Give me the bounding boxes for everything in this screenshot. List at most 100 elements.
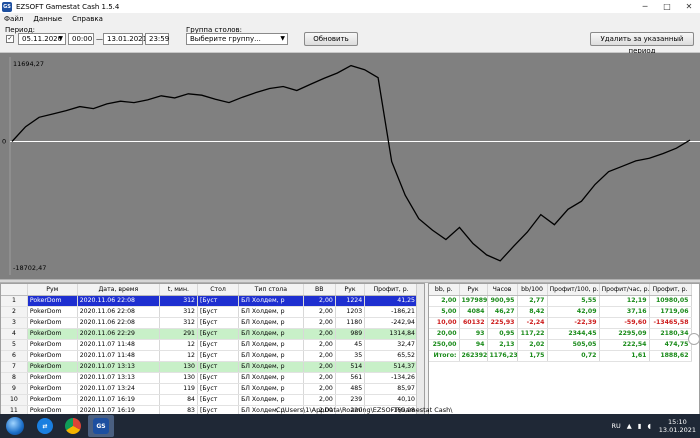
table-cell: 1: [1, 295, 28, 307]
table-cell: 6: [1, 350, 28, 362]
column-header[interactable]: Профит/час, р.: [599, 284, 650, 296]
table-cell: 130: [159, 372, 199, 384]
column-header[interactable]: Рум: [27, 284, 78, 296]
table-cell: 0,95: [487, 328, 518, 340]
table-cell: БЛ Холдем, р: [238, 394, 304, 406]
maximize-icon[interactable]: □: [656, 0, 678, 13]
table-cell: -134,26: [364, 372, 418, 384]
table-row[interactable]: 2 PokerDom 2020.11.06 22:08 312 [Буст БЛ Холд…: [1, 306, 418, 318]
chevron-down-icon: ▼: [58, 35, 63, 42]
table-group-value: Выберите группу...: [190, 35, 261, 43]
table-cell: БЛ Холдем, р: [238, 295, 304, 307]
column-header[interactable]: Часов: [487, 284, 518, 296]
table-cell: 561: [335, 372, 366, 384]
table-cell: 2,13: [487, 339, 518, 351]
table-cell: 1176,23: [487, 350, 518, 362]
table-cell: 10980,05: [649, 295, 692, 307]
time-to-field[interactable]: 23:59: [145, 33, 169, 45]
sessions-scrollbar[interactable]: [416, 284, 424, 419]
table-cell: 117,22: [517, 328, 548, 340]
table-row[interactable]: 6 PokerDom 2020.11.07 11:48 12 [Буст БЛ Холде…: [1, 350, 418, 362]
table-row[interactable]: 8 PokerDom 2020.11.07 13:13 130 [Буст БЛ Холд…: [1, 372, 418, 384]
table-cell: 222,54: [599, 339, 650, 351]
table-group-select[interactable]: Выберите группу... ▼: [186, 33, 288, 45]
taskbar-gamestat[interactable]: GS: [88, 415, 114, 437]
column-header[interactable]: bb, р.: [429, 284, 460, 296]
network-icon[interactable]: ▮: [638, 422, 642, 430]
table-cell: 8,42: [517, 306, 548, 318]
table-row[interactable]: Итого: 262392 1176,23 1,75 0,72 1,61 1888,62: [429, 350, 692, 362]
profit-chart: 11694,27 0 -18702,47: [0, 53, 700, 279]
column-header[interactable]: Профит, р.: [649, 284, 692, 296]
table-row[interactable]: 5 PokerDom 2020.11.07 11:48 12 [Буст БЛ Холде…: [1, 339, 418, 351]
column-header[interactable]: Дата, время: [77, 284, 160, 296]
clock-date: 13.01.2021: [658, 426, 696, 434]
table-cell: 514,37: [364, 361, 418, 373]
table-row[interactable]: 9 PokerDom 2020.11.07 13:24 119 [Буст БЛ Холд…: [1, 383, 418, 395]
taskbar-chrome[interactable]: [60, 415, 86, 437]
table-cell: 10,00: [429, 317, 460, 329]
table-row[interactable]: 4 PokerDom 2020.11.06 22:29 291 [Буст БЛ Холд…: [1, 328, 418, 340]
table-cell: 2,00: [303, 350, 336, 362]
minimize-icon[interactable]: ─: [634, 0, 656, 13]
table-cell: 40,10: [364, 394, 418, 406]
column-header[interactable]: Тип стола: [238, 284, 304, 296]
column-header[interactable]: bb/100: [517, 284, 548, 296]
table-cell: 7: [1, 361, 28, 373]
table-row[interactable]: 5,00 4084 46,27 8,42 42,09 37,16 1719,06: [429, 306, 692, 318]
table-cell: 10: [1, 394, 28, 406]
column-header[interactable]: [1, 284, 28, 296]
column-header[interactable]: Рук: [335, 284, 366, 296]
table-cell: 20,00: [429, 328, 460, 340]
table-row[interactable]: 250,00 94 2,13 2,02 505,05 222,54 474,75: [429, 339, 692, 351]
table-cell: 262392: [459, 350, 488, 362]
table-cell: 2,77: [517, 295, 548, 307]
volume-icon[interactable]: ◖: [647, 422, 650, 430]
menu-file[interactable]: Файл: [4, 15, 23, 23]
table-cell: -13465,58: [649, 317, 692, 329]
menu-data[interactable]: Данные: [33, 15, 62, 23]
menu-bar: Файл Данные Справка: [0, 13, 700, 24]
table-row[interactable]: 3 PokerDom 2020.11.06 22:08 312 [Буст БЛ Холд…: [1, 317, 418, 329]
column-header[interactable]: Профит/100, р.: [547, 284, 600, 296]
delete-period-button[interactable]: Удалить за указанный период: [590, 32, 694, 55]
table-row[interactable]: 10,00 60132 225,93 -2,24 -22,39 -59,60 -13465,…: [429, 317, 692, 329]
column-header[interactable]: Профит, р.: [364, 284, 418, 296]
table-cell: 94: [459, 339, 488, 351]
start-button[interactable]: [0, 414, 30, 438]
close-icon[interactable]: ✕: [678, 0, 700, 13]
table-cell: [Буст: [197, 295, 240, 307]
table-row[interactable]: 20,00 93 0,95 117,22 2344,45 2295,09 2180,34: [429, 328, 692, 340]
table-row[interactable]: 10 PokerDom 2020.11.07 16:19 84 [Буст БЛ Холд…: [1, 394, 418, 406]
column-header[interactable]: Стол: [197, 284, 240, 296]
table-cell: 2020.11.07 13:13: [77, 361, 160, 373]
table-row[interactable]: 1 PokerDom 2020.11.06 22:08 312 [Буст БЛ Холд…: [1, 295, 418, 307]
clock[interactable]: 15:10 13.01.2021: [659, 418, 696, 434]
table-cell: 5,55: [547, 295, 600, 307]
period-checkbox[interactable]: ✓: [6, 35, 14, 43]
table-cell: 2,00: [303, 361, 336, 373]
table-cell: [Буст: [197, 372, 240, 384]
date-to-field[interactable]: 13.01.2021: [103, 33, 147, 45]
side-panel-icon[interactable]: [688, 333, 700, 345]
sessions-table: Рум Дата, время t, мин. Стол Тип стола BB Рук П…: [0, 283, 425, 420]
column-header[interactable]: t, мин.: [159, 284, 199, 296]
stakes-summary-table: bb, р. Рук Часов bb/100 Профит/100, р. Профит…: [428, 283, 700, 420]
column-header[interactable]: Рук: [459, 284, 488, 296]
tray-chevron-icon[interactable]: ▲: [627, 422, 632, 430]
taskbar-teamviewer[interactable]: ⇄: [32, 415, 58, 437]
time-from-field[interactable]: 00:00: [68, 33, 94, 45]
table-cell: 42,09: [547, 306, 600, 318]
table-row[interactable]: 2,00 197989 900,95 2,77 5,55 12,19 10980,05: [429, 295, 692, 307]
date-from-field[interactable]: 05.11.2020 ▼: [18, 33, 66, 45]
language-indicator[interactable]: RU: [611, 422, 620, 430]
window-controls: ─ □ ✕: [634, 0, 700, 13]
table-cell: 12,19: [599, 295, 650, 307]
column-header[interactable]: BB: [303, 284, 336, 296]
table-cell: 2,00: [429, 295, 460, 307]
table-cell: 505,05: [547, 339, 600, 351]
refresh-button[interactable]: Обновить: [304, 32, 358, 46]
menu-help[interactable]: Справка: [72, 15, 103, 23]
table-row[interactable]: 7 PokerDom 2020.11.07 13:13 130 [Буст БЛ Холд…: [1, 361, 418, 373]
table-cell: 2020.11.06 22:29: [77, 328, 160, 340]
